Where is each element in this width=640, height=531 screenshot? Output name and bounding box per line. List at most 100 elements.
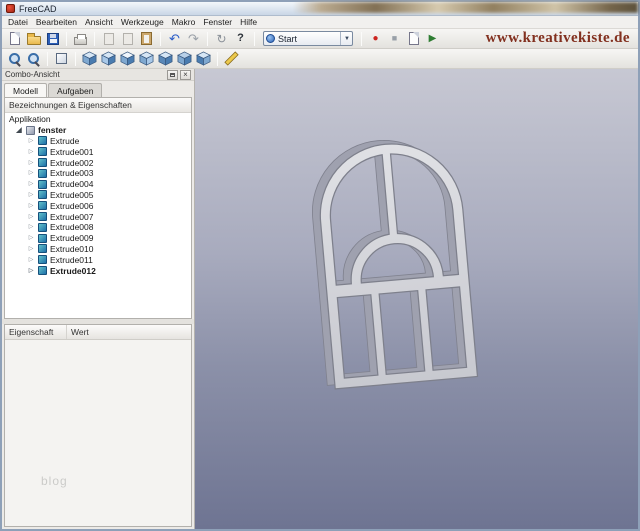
extrude-icon [38, 255, 47, 264]
property-list: blog [5, 340, 191, 526]
toolbar-separator [66, 32, 67, 46]
tab-aufgaben[interactable]: Aufgaben [48, 83, 102, 97]
stop-macro-icon[interactable]: ■ [386, 30, 403, 47]
tree-item-label: Extrude002 [50, 158, 93, 168]
tree-item-label: Extrude009 [50, 233, 93, 243]
chevron-down-icon[interactable]: ▼ [340, 32, 350, 45]
tree-item-extrude012[interactable]: ▷ Extrude012 [5, 265, 191, 276]
expander-icon[interactable]: ▷ [27, 268, 35, 274]
tree-item-applikation[interactable]: Applikation [5, 114, 191, 125]
tree-item-extrude008[interactable]: ▷ Extrude008 [5, 222, 191, 233]
tree-item-label: Extrude003 [50, 168, 93, 178]
open-file-icon[interactable] [25, 30, 42, 47]
draw-style-icon[interactable] [53, 50, 70, 67]
paste-icon[interactable] [138, 30, 155, 47]
workbench-selector[interactable]: Start ▼ [263, 31, 353, 46]
tree-item-extrude006[interactable]: ▷ Extrude006 [5, 200, 191, 211]
toolbar-view [2, 49, 638, 69]
whatsthis-icon[interactable]: ? [232, 30, 249, 47]
toolbar-separator [217, 52, 218, 66]
toolbar-separator [207, 32, 208, 46]
tree-item-extrude010[interactable]: ▷ Extrude010 [5, 244, 191, 255]
refresh-icon[interactable]: ↻ [213, 30, 230, 47]
undo-icon[interactable]: ↶ [166, 30, 183, 47]
copy-icon[interactable] [119, 30, 136, 47]
menu-datei[interactable]: Datei [4, 16, 32, 28]
expander-icon[interactable]: ▷ [27, 235, 35, 241]
expander-icon[interactable]: ▷ [27, 138, 35, 144]
combo-view-title: Combo-Ansicht [5, 70, 165, 79]
execute-macro-icon[interactable]: ▶ [424, 30, 441, 47]
menubar: Datei Bearbeiten Ansicht Werkzeuge Makro… [2, 16, 638, 29]
float-icon [170, 73, 175, 77]
expander-icon[interactable]: ▷ [27, 160, 35, 166]
extrude-icon [38, 169, 47, 178]
combo-view-tabs: Modell Aufgaben [2, 81, 194, 97]
expander-icon[interactable]: ▷ [27, 192, 35, 198]
expander-icon[interactable]: ▷ [27, 149, 35, 155]
redo-icon[interactable]: ↷ [185, 30, 202, 47]
tree-item-extrude001[interactable]: ▷ Extrude001 [5, 146, 191, 157]
tree-item-extrude003[interactable]: ▷ Extrude003 [5, 168, 191, 179]
record-macro-icon[interactable]: ● [367, 30, 384, 47]
tree-item-extrude[interactable]: ▷ Extrude [5, 136, 191, 147]
menu-ansicht[interactable]: Ansicht [81, 16, 117, 28]
combo-view-titlebar[interactable]: Combo-Ansicht × [2, 69, 194, 81]
tree-item-extrude011[interactable]: ▷ Extrude011 [5, 254, 191, 265]
window-frame-model [299, 102, 491, 404]
expander-icon[interactable]: ▷ [27, 181, 35, 187]
expander-icon[interactable]: ▷ [27, 170, 35, 176]
expander-icon[interactable]: ▷ [27, 257, 35, 263]
axonometric-view-icon[interactable] [81, 50, 98, 67]
expander-icon[interactable]: ▷ [27, 203, 35, 209]
3d-viewport[interactable] [195, 69, 638, 529]
property-editor: Eigenschaft Wert blog [4, 324, 192, 527]
tab-modell[interactable]: Modell [4, 83, 47, 97]
tree-item-extrude004[interactable]: ▷ Extrude004 [5, 179, 191, 190]
tree-item-extrude002[interactable]: ▷ Extrude002 [5, 157, 191, 168]
extrude-icon [38, 136, 47, 145]
titlebar[interactable]: FreeCAD [2, 2, 638, 16]
fit-all-icon[interactable] [6, 50, 23, 67]
column-wert[interactable]: Wert [67, 325, 191, 339]
tree-item-label: Extrude004 [50, 179, 93, 189]
float-panel-button[interactable] [167, 70, 178, 80]
expander-icon[interactable]: ▷ [27, 246, 35, 252]
expander-icon[interactable]: ▷ [27, 214, 35, 220]
zoom-region-icon[interactable] [25, 50, 42, 67]
rear-view-icon[interactable] [157, 50, 174, 67]
measure-icon[interactable] [223, 50, 240, 67]
website-text: www.kreativekiste.de [486, 30, 630, 47]
tree-item-fenster[interactable]: ◢ fenster [5, 125, 191, 136]
new-file-icon[interactable] [6, 30, 23, 47]
menu-bearbeiten[interactable]: Bearbeiten [32, 16, 81, 28]
top-view-icon[interactable] [119, 50, 136, 67]
bottom-view-icon[interactable] [176, 50, 193, 67]
menu-hilfe[interactable]: Hilfe [236, 16, 261, 28]
save-icon[interactable] [44, 30, 61, 47]
tree-item-label: Extrude006 [50, 201, 93, 211]
front-view-icon[interactable] [100, 50, 117, 67]
tree-item-extrude005[interactable]: ▷ Extrude005 [5, 190, 191, 201]
extrude-icon [38, 234, 47, 243]
extrude-icon [38, 201, 47, 210]
expander-open-icon[interactable]: ◢ [15, 127, 23, 134]
menu-fenster[interactable]: Fenster [199, 16, 236, 28]
toolbar-separator [361, 32, 362, 46]
expander-icon[interactable]: ▷ [27, 224, 35, 230]
column-eigenschaft[interactable]: Eigenschaft [5, 325, 67, 339]
tree-item-label: Extrude011 [50, 255, 93, 265]
right-view-icon[interactable] [138, 50, 155, 67]
menu-werkzeuge[interactable]: Werkzeuge [117, 16, 168, 28]
tree-item-extrude009[interactable]: ▷ Extrude009 [5, 233, 191, 244]
menu-makro[interactable]: Makro [168, 16, 200, 28]
toolbar-file: ↶ ↷ ↻ ? Start ▼ ● ■ ▶ www.kreativekiste.… [2, 29, 638, 49]
print-icon[interactable] [72, 30, 89, 47]
macros-icon[interactable] [405, 30, 422, 47]
close-panel-button[interactable]: × [180, 70, 191, 80]
tree-item-extrude007[interactable]: ▷ Extrude007 [5, 211, 191, 222]
extrude-icon [38, 266, 47, 275]
extrude-icon [38, 212, 47, 221]
cut-icon[interactable] [100, 30, 117, 47]
left-view-icon[interactable] [195, 50, 212, 67]
